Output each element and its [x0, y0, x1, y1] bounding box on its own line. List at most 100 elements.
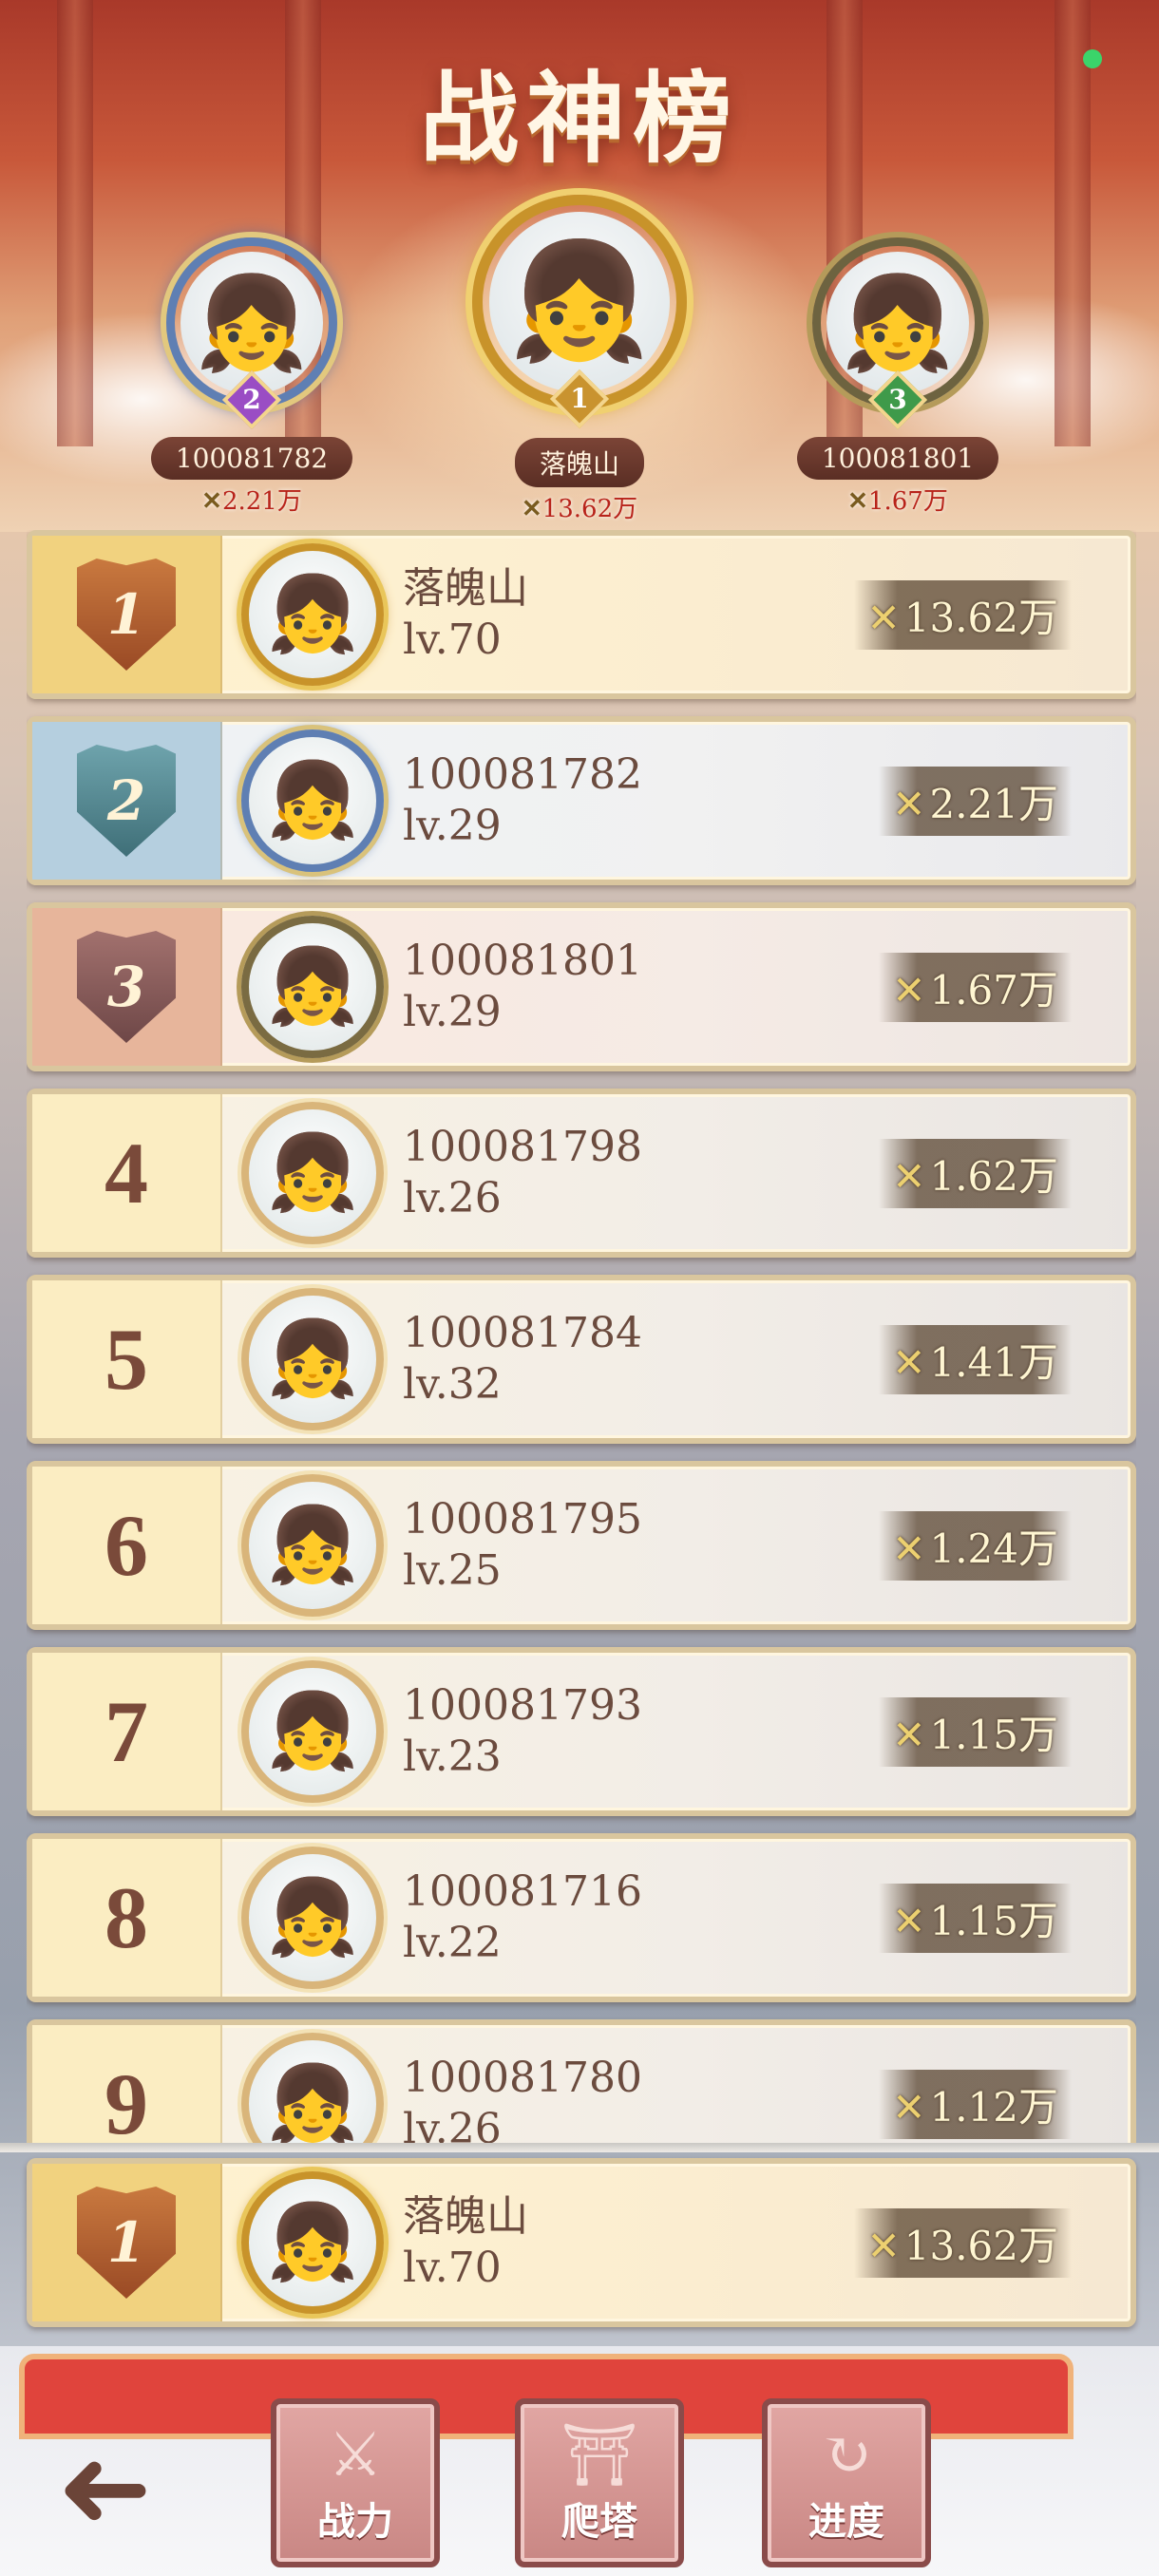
player-info: 100081784 lv.32: [403, 1308, 879, 1411]
back-arrow-icon[interactable]: ➜: [28, 2422, 180, 2554]
table-row[interactable]: 4 👧 100081798 lv.26 ✕1.62万: [27, 1089, 1136, 1258]
podium-first[interactable]: 👧 1 落魄山 ✕13.62万: [451, 195, 708, 524]
table-row[interactable]: 7 👧 100081793 lv.23 ✕1.15万: [27, 1647, 1136, 1816]
podium-name: 100081782: [150, 437, 353, 480]
table-row[interactable]: 5 👧 100081784 lv.32 ✕1.41万: [27, 1275, 1136, 1444]
rank-shield-icon: 3: [77, 931, 176, 1043]
player-info: 100081798 lv.26: [403, 1122, 879, 1224]
combat-power: ✕1.15万: [879, 1696, 1072, 1767]
avatar: 👧: [241, 2171, 384, 2314]
player-name: 100081782: [403, 750, 642, 799]
player-level: lv.26: [403, 1174, 502, 1222]
avatar: 👧: [241, 729, 384, 872]
table-row[interactable]: 9 👧 100081780 lv.26 ✕1.12万: [27, 2019, 1136, 2145]
tab-progress[interactable]: ↻ 进度: [762, 2398, 931, 2567]
player-name: 100081716: [403, 1867, 642, 1916]
combat-power: ✕1.62万: [879, 1138, 1072, 1208]
sword-icon: ✕: [866, 2222, 901, 2269]
rank-cell: 7: [32, 1653, 222, 1810]
avatar: 👧: [241, 543, 384, 686]
player-level: lv.26: [403, 2105, 502, 2145]
sword-icon: ✕: [521, 495, 542, 523]
podium-power: ✕2.21万: [201, 487, 302, 516]
player-name: 落魄山: [403, 564, 528, 613]
podium-name: 落魄山: [514, 438, 644, 487]
sword-icon: ✕: [866, 594, 901, 641]
page-title: 战神榜: [419, 60, 739, 177]
combat-power: ✕1.67万: [879, 952, 1072, 1022]
avatar: 👧: [241, 1660, 384, 1803]
combat-power: ✕1.24万: [879, 1510, 1072, 1581]
leaderboard-header: 战神榜 👧 2 100081782 ✕2.21万 👧 1 落魄山 ✕13.62万…: [0, 0, 1159, 532]
table-row[interactable]: 8 👧 100081716 lv.22 ✕1.15万: [27, 1833, 1136, 2002]
combat-power: ✕13.62万: [853, 2207, 1072, 2278]
combat-power: ✕1.41万: [879, 1324, 1072, 1394]
rank-number: 8: [104, 1869, 148, 1966]
avatar-frame-gold: 👧 1: [472, 195, 687, 429]
rank-cell: 4: [32, 1094, 222, 1252]
pagoda-icon: ⛩: [560, 2420, 638, 2491]
player-level: lv.23: [403, 1733, 502, 1781]
player-name: 100081795: [403, 1495, 642, 1544]
avatar-frame-bronze: 👧 3: [812, 237, 983, 430]
sword-icon: ✕: [892, 1338, 926, 1386]
list-divider: [0, 2143, 1159, 2152]
my-rank-bar: 1 👧 落魄山 lv.70 ✕13.62万: [27, 2158, 1136, 2327]
sword-icon: ✕: [892, 1525, 926, 1572]
sword-icon: ✕: [201, 487, 222, 516]
avatar: 👧: [241, 1474, 384, 1617]
ranking-list[interactable]: 1 👧 落魄山 lv.70 ✕13.62万 2 👧 100081782 lv.2…: [27, 530, 1136, 2145]
rank-cell: 8: [32, 1839, 222, 1997]
player-info: 100081716 lv.22: [403, 1866, 879, 1969]
sword-icon: ✕: [892, 780, 926, 827]
player-info: 落魄山 lv.70: [403, 563, 854, 666]
tab-label: 爬塔: [561, 2499, 637, 2544]
rank-number: 5: [104, 1311, 148, 1408]
table-row[interactable]: 1 👧 落魄山 lv.70 ✕13.62万: [27, 530, 1136, 699]
rank-cell: 3: [32, 908, 222, 1066]
player-level: lv.70: [403, 616, 502, 664]
rank-number: 4: [104, 1125, 148, 1222]
avatar: 👧: [241, 1847, 384, 1989]
player-info: 100081801 lv.29: [403, 936, 879, 1038]
combat-power: ✕1.12万: [879, 2069, 1072, 2139]
podium-power: ✕1.67万: [847, 487, 948, 516]
rank-cell: 9: [32, 2025, 222, 2145]
table-row[interactable]: 6 👧 100081795 lv.25 ✕1.24万: [27, 1461, 1136, 1630]
table-row[interactable]: 2 👧 100081782 lv.29 ✕2.21万: [27, 716, 1136, 885]
refresh-cycle-icon: ↻: [821, 2420, 872, 2491]
rank-cell: 1: [32, 2164, 222, 2321]
rank-cell: 5: [32, 1280, 222, 1438]
podium-third[interactable]: 👧 3 100081801 ✕1.67万: [788, 237, 1007, 517]
player-name: 100081780: [403, 2054, 642, 2102]
player-info: 100081795 lv.25: [403, 1494, 879, 1597]
combat-power: ✕2.21万: [879, 766, 1072, 836]
tab-tower[interactable]: ⛩ 爬塔: [515, 2398, 684, 2567]
player-level: lv.70: [403, 2244, 502, 2292]
combat-power: ✕13.62万: [853, 579, 1072, 650]
tab-label: 战力: [317, 2499, 393, 2544]
player-info: 100081782 lv.29: [403, 749, 879, 852]
podium-name: 100081801: [796, 437, 999, 480]
avatar: 👧: [241, 2033, 384, 2145]
rank-number: 7: [104, 1683, 148, 1780]
tab-combat-power[interactable]: ⚔ 战力: [271, 2398, 440, 2567]
player-level: lv.29: [403, 802, 502, 850]
sword-icon: ✕: [847, 487, 868, 516]
player-name: 100081801: [403, 937, 642, 985]
rank-cell: 6: [32, 1467, 222, 1624]
rank-number: 9: [104, 2055, 148, 2145]
crossed-swords-icon: ⚔: [328, 2420, 383, 2491]
rank-number: 6: [104, 1497, 148, 1594]
player-name: 落魄山: [403, 2192, 528, 2241]
player-name: 100081798: [403, 1123, 642, 1171]
table-row[interactable]: 3 👧 100081801 lv.29 ✕1.67万: [27, 902, 1136, 1071]
sword-icon: ✕: [892, 1711, 926, 1758]
podium-second[interactable]: 👧 2 100081782 ✕2.21万: [142, 237, 361, 517]
avatar: 👧: [241, 916, 384, 1058]
avatar: 👧: [241, 1288, 384, 1430]
rank-cell: 2: [32, 722, 222, 880]
player-name: 100081784: [403, 1309, 642, 1357]
player-level: lv.22: [403, 1919, 502, 1967]
player-info: 100081793 lv.23: [403, 1680, 879, 1783]
